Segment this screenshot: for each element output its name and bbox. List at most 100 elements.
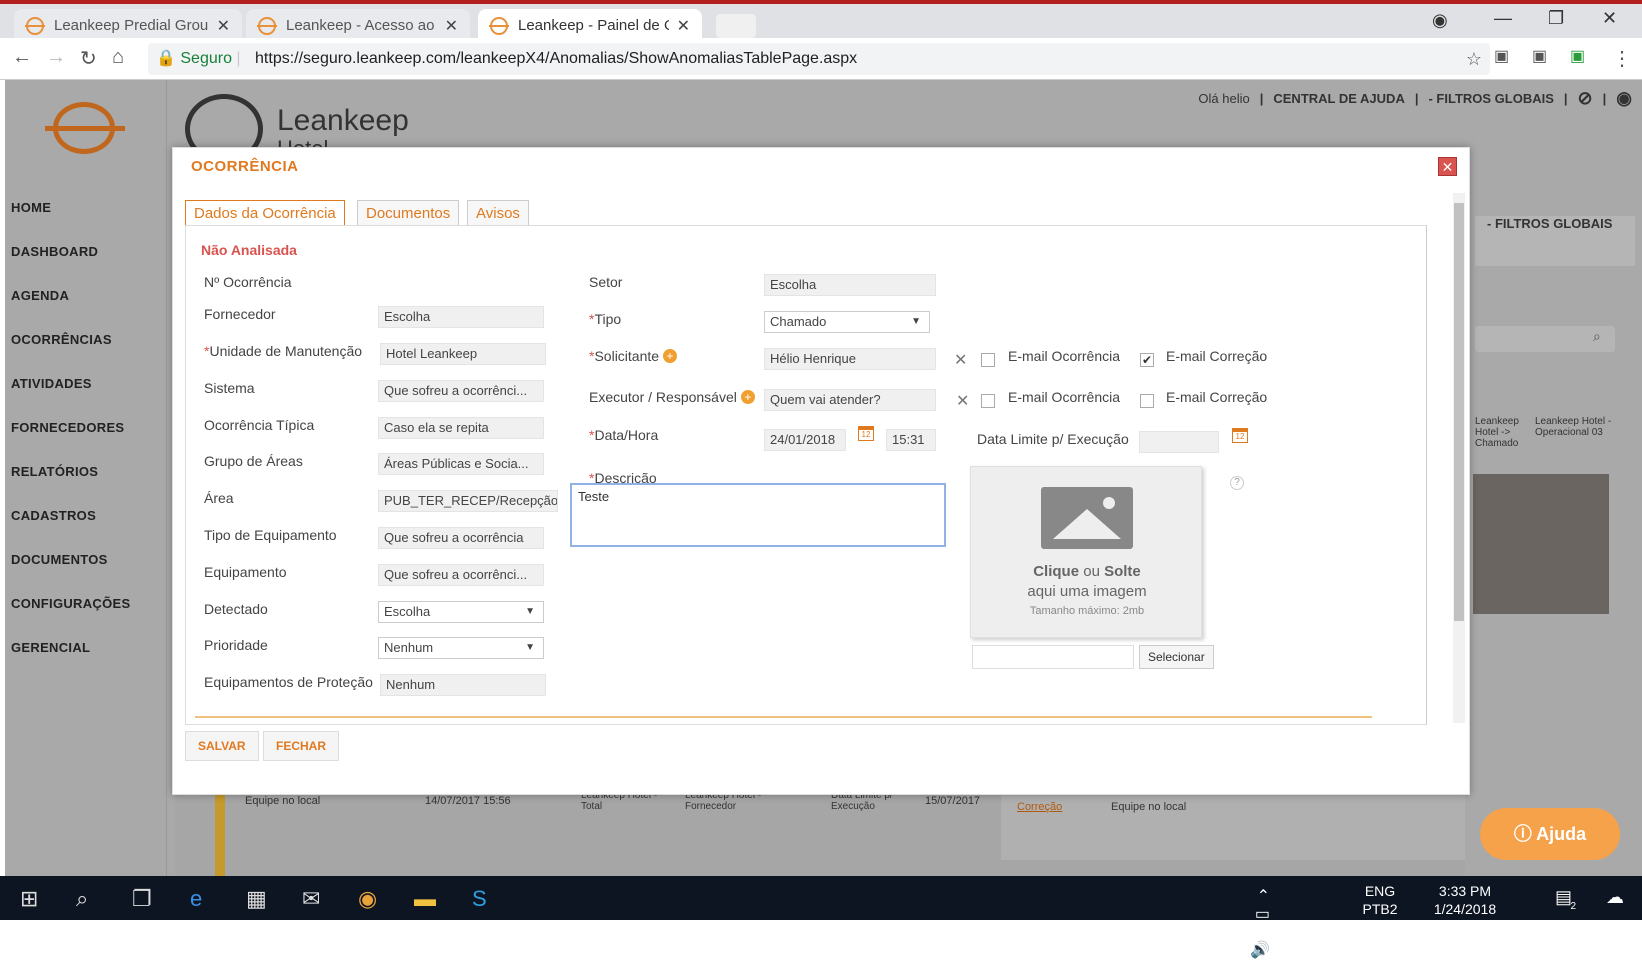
select-file-button[interactable]: Selecionar [1139, 645, 1214, 669]
sidebar-item-agenda[interactable]: AGENDA [11, 288, 69, 303]
file-explorer-icon[interactable]: ▬ [414, 886, 436, 912]
help-icon[interactable]: ? [1230, 476, 1244, 490]
file-name-field[interactable] [972, 645, 1134, 669]
close-tab-icon[interactable]: ✕ [677, 16, 690, 36]
sidebar-item-configuracoes[interactable]: CONFIGURAÇÕES [11, 596, 130, 611]
compass-icon[interactable]: ⊘ [1578, 88, 1593, 109]
lang-label[interactable]: ENG [1360, 882, 1400, 900]
fornecedor-field[interactable]: Escolha [378, 306, 544, 328]
close-tab-icon[interactable]: ✕ [217, 16, 230, 36]
email-correcao-checkbox[interactable]: ✔ [1140, 353, 1154, 367]
minimize-icon[interactable]: — [1494, 8, 1512, 29]
sidebar-item-relatorios[interactable]: RELATÓRIOS [11, 464, 98, 479]
store-icon[interactable]: ▦ [246, 886, 267, 912]
help-button-label: Ajuda [1536, 824, 1587, 844]
sidebar-item-cadastros[interactable]: CADASTROS [11, 508, 96, 523]
restore-icon[interactable]: ❐ [1548, 8, 1564, 29]
sidebar-item-fornecedores[interactable]: FORNECEDORES [11, 420, 124, 435]
user-icon[interactable]: ◉ [1616, 88, 1632, 109]
modal-scrollbar[interactable] [1453, 193, 1465, 723]
forward-icon[interactable]: → [46, 46, 66, 69]
ocorrencia-tipica-field[interactable]: Caso ela se repita [378, 417, 544, 439]
descricao-textarea[interactable]: Teste [570, 483, 946, 547]
cloud-icon[interactable]: ☁ [1606, 888, 1624, 906]
leankeep-favicon-icon [489, 16, 509, 35]
clear-icon[interactable]: ✕ [956, 391, 969, 411]
clock-date[interactable]: 1/24/2018 [1420, 900, 1510, 918]
task-view-icon[interactable]: ❐ [132, 886, 152, 912]
search-icon[interactable]: ⌕ [76, 886, 88, 912]
grupo-areas-field[interactable]: Áreas Públicas e Socia... [378, 453, 544, 475]
equipamento-field[interactable]: Que sofreu a ocorrênci... [378, 564, 544, 586]
tray-icons[interactable]: ⌃ ▭ ▣ 🔊 [1250, 888, 1270, 960]
home-icon[interactable]: ⌂ [112, 46, 124, 69]
data-limite-field[interactable] [1139, 431, 1219, 453]
layout-label[interactable]: PTB2 [1360, 900, 1400, 918]
area-field[interactable]: PUB_TER_RECEP/Recepção [378, 490, 558, 512]
bookmark-star-icon[interactable]: ☆ [1466, 43, 1482, 75]
calendar-icon[interactable]: 12 [1232, 428, 1248, 443]
executor-field[interactable]: Quem vai atender? [764, 389, 936, 411]
start-icon[interactable]: ⊞ [20, 886, 38, 912]
sidebar-item-gerencial[interactable]: GERENCIAL [11, 640, 90, 655]
extension-icon[interactable]: ▣ [1532, 46, 1547, 66]
sistema-field[interactable]: Que sofreu a ocorrênci... [378, 380, 544, 402]
setor-field[interactable]: Escolha [764, 274, 936, 296]
close-tab-icon[interactable]: ✕ [445, 16, 458, 36]
back-icon[interactable]: ← [12, 46, 32, 69]
email-ocorrencia-checkbox[interactable] [981, 353, 995, 367]
image-dropzone[interactable]: Clique ou Solte aqui uma imagem Tamanho … [970, 466, 1202, 638]
new-tab-button[interactable] [716, 14, 756, 38]
help-button[interactable]: ⓘ Ajuda [1480, 808, 1620, 860]
search-icon[interactable]: ⌕ [1593, 328, 1601, 345]
date-field[interactable]: 24/01/2018 [764, 429, 846, 451]
clock-time[interactable]: 3:33 PM [1420, 882, 1510, 900]
unidade-field[interactable]: Hotel Leankeep [380, 343, 546, 365]
time-field[interactable]: 15:31 [886, 429, 936, 451]
field-label: Grupo de Áreas [204, 453, 303, 469]
save-button[interactable]: SALVAR [185, 731, 259, 761]
url-field[interactable]: 🔒 Seguro | https://seguro.leankeep.com/l… [148, 43, 1490, 75]
close-button[interactable]: FECHAR [263, 731, 339, 761]
sidebar: HOME DASHBOARD AGENDA OCORRÊNCIAS ATIVID… [5, 80, 167, 876]
global-filters-link-2[interactable]: - FILTROS GLOBAIS [1487, 216, 1612, 231]
menu-icon[interactable]: ⋮ [1612, 46, 1632, 71]
help-center-link[interactable]: CENTRAL DE AJUDA [1273, 91, 1404, 106]
email-correcao-checkbox-2[interactable] [1140, 394, 1154, 408]
add-icon[interactable]: + [663, 349, 678, 363]
extension-icon[interactable]: ▣ [1570, 46, 1585, 66]
data-hora-label: Data/Hora [589, 427, 658, 443]
calendar-icon[interactable]: 12 [858, 426, 874, 441]
prioridade-select[interactable]: Nenhum [378, 637, 544, 659]
notification-icon[interactable]: ▤ [1555, 888, 1572, 906]
detectado-select[interactable]: Escolha [378, 601, 544, 623]
field-label: Nº Ocorrência [204, 274, 292, 290]
email-ocorrencia-checkbox-2[interactable] [981, 394, 995, 408]
sidebar-item-home[interactable]: HOME [11, 200, 51, 215]
chrome-icon[interactable]: ◉ [358, 886, 377, 912]
tab-dados-ocorrencia[interactable]: Dados da Ocorrência [185, 200, 345, 226]
mail-icon[interactable]: ✉ [302, 886, 320, 912]
profile-icon[interactable]: ◉ [1432, 10, 1448, 31]
close-window-icon[interactable]: ✕ [1602, 8, 1617, 29]
scrollbar-thumb[interactable] [1454, 203, 1464, 621]
add-icon[interactable]: + [740, 390, 755, 404]
global-filters-link[interactable]: - FILTROS GLOBAIS [1428, 91, 1553, 106]
extension-icon[interactable]: ▣ [1494, 46, 1509, 66]
tab-avisos[interactable]: Avisos [467, 200, 529, 226]
tipo-equipamento-field[interactable]: Que sofreu a ocorrência [378, 527, 544, 549]
epi-field[interactable]: Nenhum [380, 674, 546, 696]
skype-icon[interactable]: S [472, 886, 487, 912]
clear-icon[interactable]: ✕ [954, 350, 967, 370]
bg-correction-link[interactable]: Correção [1017, 801, 1062, 813]
tab-documentos[interactable]: Documentos [357, 200, 460, 226]
tipo-select[interactable]: Chamado [764, 311, 930, 333]
reload-icon[interactable]: ↻ [80, 46, 97, 71]
sidebar-item-atividades[interactable]: ATIVIDADES [11, 376, 92, 391]
solicitante-field[interactable]: Hélio Henrique [764, 348, 936, 370]
sidebar-item-dashboard[interactable]: DASHBOARD [11, 244, 98, 259]
sidebar-item-documentos[interactable]: DOCUMENTOS [11, 552, 108, 567]
close-modal-icon[interactable]: ✕ [1438, 157, 1457, 176]
edge-icon[interactable]: e [190, 886, 202, 912]
sidebar-item-ocorrencias[interactable]: OCORRÊNCIAS [11, 332, 112, 347]
